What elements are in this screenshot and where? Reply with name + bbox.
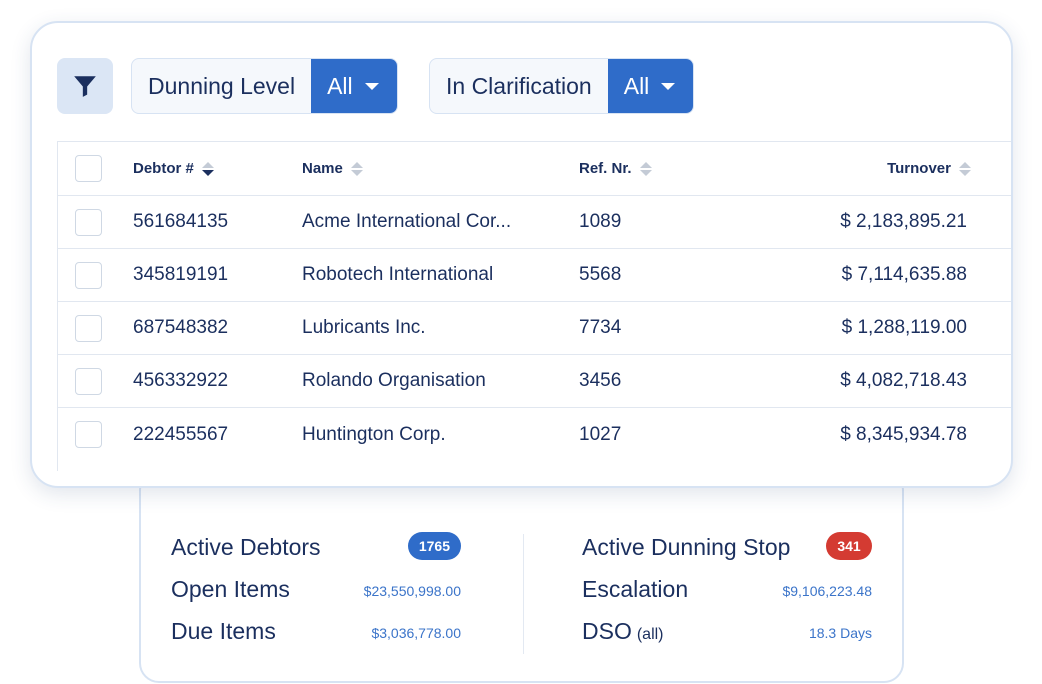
stat-due-items[interactable]: Due Items $3,036,778.00 xyxy=(171,616,461,658)
column-header-label: Name xyxy=(302,160,343,177)
sort-icon xyxy=(201,161,214,176)
stats-column-left: Active Debtors 1765 Open Items $23,550,9… xyxy=(171,532,461,658)
ref-number-cell: 5568 xyxy=(579,264,622,285)
debtor-name-cell: Robotech International xyxy=(302,264,494,285)
stat-active-debtors[interactable]: Active Debtors 1765 xyxy=(171,532,461,574)
dunning-level-select[interactable]: All xyxy=(311,59,397,113)
row-checkbox[interactable] xyxy=(75,208,102,236)
column-header-debtor[interactable]: Debtor # xyxy=(133,142,214,195)
stat-label: Active Dunning Stop xyxy=(582,534,791,560)
stats-divider xyxy=(523,534,524,654)
turnover-cell: $ 8,345,934.78 xyxy=(840,423,967,445)
stat-label: DSO (all) xyxy=(582,618,664,645)
turnover-cell: $ 1,288,119.00 xyxy=(841,317,967,338)
debtor-number-cell: 687548382 xyxy=(133,317,229,338)
dunning-level-value: All xyxy=(327,72,353,99)
stat-label-suffix: (all) xyxy=(636,626,664,643)
stat-active-dunning-stop[interactable]: Active Dunning Stop 341 xyxy=(582,532,872,574)
stats-column-right: Active Dunning Stop 341 Escalation $9,10… xyxy=(582,532,872,658)
column-header-ref[interactable]: Ref. Nr. xyxy=(579,142,652,195)
debtor-table: Debtor # Name Ref. Nr. Turnover 56168413… xyxy=(57,141,1011,471)
turnover-cell: $ 2,183,895.21 xyxy=(840,211,967,232)
dunning-level-label: Dunning Level xyxy=(148,72,296,99)
column-header-label: Turnover xyxy=(887,160,951,177)
dunning-level-filter[interactable]: Dunning Level All xyxy=(131,58,398,114)
debtor-number-cell: 561684135 xyxy=(133,211,229,232)
stat-value: $9,106,223.48 xyxy=(782,583,872,599)
row-checkbox[interactable] xyxy=(75,367,102,395)
in-clarification-value: All xyxy=(623,72,650,99)
table-row[interactable]: 561684135 Acme International Cor... 1089… xyxy=(58,196,1011,249)
in-clarification-select[interactable]: All xyxy=(607,59,694,113)
ref-number-cell: 1027 xyxy=(579,423,622,445)
in-clarification-filter[interactable]: In Clarification All xyxy=(429,58,695,114)
stat-value: 18.3 Days xyxy=(808,625,872,641)
stat-label: Active Debtors xyxy=(171,534,321,560)
sort-icon xyxy=(959,161,971,176)
debtor-name-cell: Huntington Corp. xyxy=(302,423,446,445)
select-all-cell xyxy=(75,142,102,195)
count-badge: 1765 xyxy=(407,532,461,560)
chevron-down-icon xyxy=(364,82,379,90)
table-row[interactable]: 687548382 Lubricants Inc. 7734 $ 1,288,1… xyxy=(58,302,1011,355)
table-row[interactable]: 456332922 Rolando Organisation 3456 $ 4,… xyxy=(58,355,1011,408)
debtor-number-cell: 456332922 xyxy=(133,370,229,391)
stat-value: $23,550,998.00 xyxy=(363,583,461,599)
stat-value: $3,036,778.00 xyxy=(371,625,461,641)
table-row[interactable]: 222455567 Huntington Corp. 1027 $ 8,345,… xyxy=(58,408,1011,461)
stat-label: Escalation xyxy=(582,576,689,602)
ref-number-cell: 1089 xyxy=(579,211,622,232)
turnover-cell: $ 7,114,635.88 xyxy=(841,264,967,285)
row-select-cell xyxy=(75,249,102,301)
column-header-label: Debtor # xyxy=(133,160,194,177)
row-checkbox[interactable] xyxy=(75,261,102,289)
filter-button[interactable] xyxy=(57,58,113,114)
turnover-cell: $ 4,082,718.43 xyxy=(840,370,967,391)
funnel-icon xyxy=(74,76,96,97)
stat-label: Due Items xyxy=(171,618,276,644)
count-badge: 341 xyxy=(826,532,872,560)
row-select-cell xyxy=(75,355,102,407)
column-header-turnover[interactable]: Turnover xyxy=(887,142,971,195)
ref-number-cell: 7734 xyxy=(579,317,622,338)
debtor-number-cell: 345819191 xyxy=(133,264,229,285)
column-header-name[interactable]: Name xyxy=(302,142,363,195)
stat-dso[interactable]: DSO (all) 18.3 Days xyxy=(582,616,872,658)
column-header-label: Ref. Nr. xyxy=(579,160,632,177)
stat-open-items[interactable]: Open Items $23,550,998.00 xyxy=(171,574,461,616)
debtor-table-card: Dunning Level All In Clarification All D… xyxy=(30,21,1013,488)
table-header-row: Debtor # Name Ref. Nr. Turnover xyxy=(58,142,1011,196)
sort-icon xyxy=(639,161,652,176)
stat-label-text: DSO xyxy=(582,618,632,644)
row-select-cell xyxy=(75,408,102,461)
debtor-name-cell: Lubricants Inc. xyxy=(302,317,426,338)
debtor-name-cell: Acme International Cor... xyxy=(302,211,512,232)
chevron-down-icon xyxy=(661,82,676,90)
sort-icon xyxy=(350,161,363,176)
table-row[interactable]: 345819191 Robotech International 5568 $ … xyxy=(58,249,1011,302)
stat-label: Open Items xyxy=(171,576,290,602)
row-select-cell xyxy=(75,196,102,248)
ref-number-cell: 3456 xyxy=(579,370,622,391)
row-checkbox[interactable] xyxy=(75,421,102,448)
in-clarification-label: In Clarification xyxy=(446,72,592,99)
debtor-number-cell: 222455567 xyxy=(133,423,229,445)
stat-escalation[interactable]: Escalation $9,106,223.48 xyxy=(582,574,872,616)
select-all-checkbox[interactable] xyxy=(75,155,102,182)
row-checkbox[interactable] xyxy=(75,314,102,342)
debtor-name-cell: Rolando Organisation xyxy=(302,370,486,391)
stats-card: Active Debtors 1765 Open Items $23,550,9… xyxy=(139,470,904,683)
row-select-cell xyxy=(75,302,102,354)
